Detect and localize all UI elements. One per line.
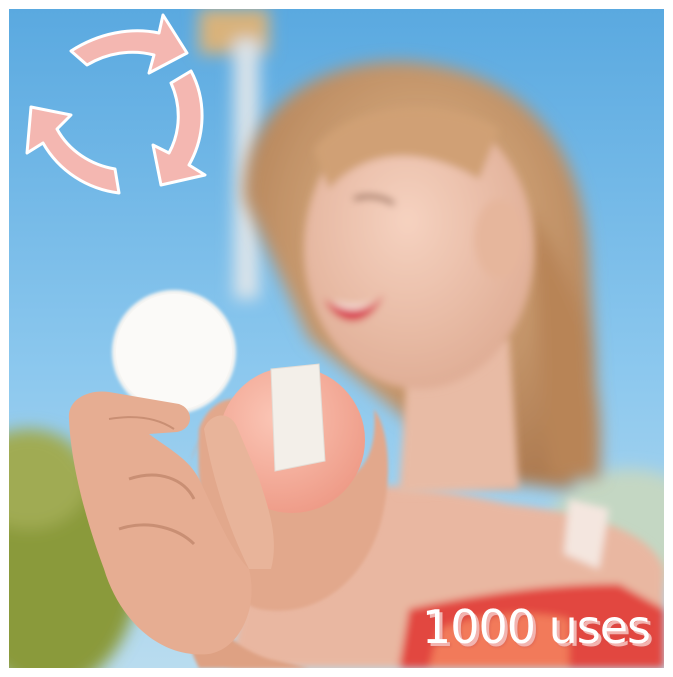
uses-caption: 1000 uses xyxy=(421,600,651,654)
photo-scene xyxy=(9,9,664,668)
cotton-pad xyxy=(112,290,236,414)
product-photo: 1000 uses xyxy=(9,9,664,668)
face xyxy=(304,107,534,389)
